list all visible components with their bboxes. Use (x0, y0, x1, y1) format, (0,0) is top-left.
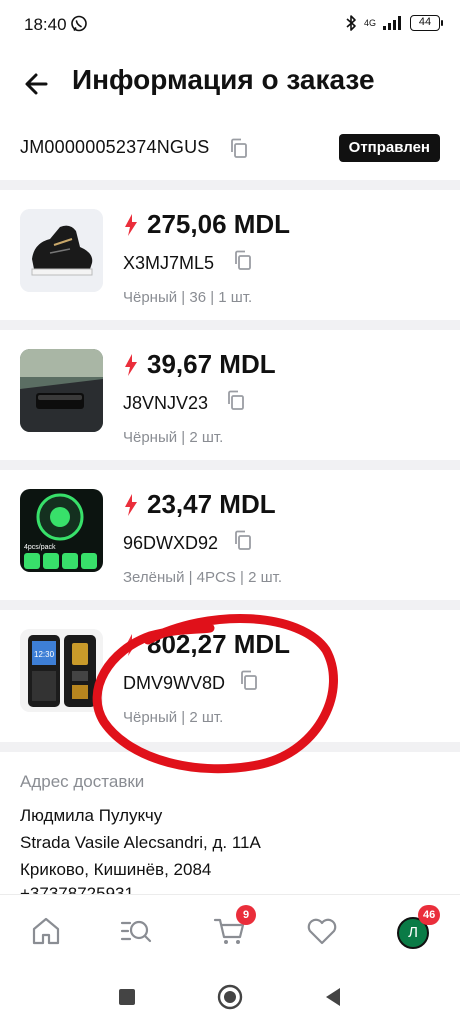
bottom-nav: 9 Л 46 (0, 894, 460, 970)
catalog-search-icon[interactable] (118, 913, 154, 949)
battery-level: 44 (418, 16, 432, 28)
lightning-icon (125, 213, 137, 236)
product-thumbnail (20, 209, 103, 292)
lightning-icon (125, 493, 137, 516)
item-sku: X3MJ7ML5 (123, 253, 215, 273)
status-time: 18:40 (24, 15, 67, 34)
price-line: 23,47 MDL (123, 489, 276, 520)
recipient-name: Людмила Пулукчу (20, 806, 163, 825)
divider (0, 600, 460, 610)
back-arrow-icon[interactable] (20, 66, 56, 102)
order-item[interactable]: 12:30 802,27 MDL DMV9WV8D Чёрный | 2 шт. (0, 615, 460, 745)
copy-icon[interactable] (225, 389, 247, 411)
product-thumbnail (20, 349, 103, 432)
price-line: 39,67 MDL (123, 349, 276, 380)
system-nav-bar (0, 970, 460, 1024)
home-icon[interactable] (28, 913, 64, 949)
product-thumbnail: 4pcs/pack (20, 489, 103, 572)
copy-icon[interactable] (232, 529, 254, 551)
copy-icon[interactable] (238, 669, 260, 691)
divider (0, 320, 460, 330)
order-item[interactable]: 4pcs/pack 23,47 MDL 96DWXD92 Зелёный | 4… (0, 475, 460, 605)
bluetooth-icon (346, 15, 356, 31)
item-variant: Чёрный | 2 шт. (123, 429, 224, 446)
avatar-letter: Л (408, 924, 418, 941)
status-icons: 4G 44 (344, 14, 443, 32)
lightning-icon (125, 633, 137, 656)
viber-icon (71, 15, 87, 32)
car-plate-image (20, 349, 103, 432)
item-sku: DMV9WV8D (123, 673, 226, 693)
price-line: 802,27 MDL (123, 629, 290, 660)
divider (0, 460, 460, 470)
heart-icon[interactable] (304, 913, 340, 949)
item-price: 39,67 MDL (147, 349, 276, 379)
status-bar: 18:40 4G 44 (0, 0, 460, 50)
recipient-phone: +37378725931 (20, 884, 134, 894)
item-price: 275,06 MDL (147, 209, 291, 239)
home-button-icon[interactable] (217, 984, 243, 1010)
back-triangle-icon[interactable] (320, 984, 346, 1010)
product-thumbnail: 12:30 (20, 629, 103, 712)
order-summary-row: JM00000052374NGUS Отправлен (0, 126, 460, 176)
copy-icon[interactable] (228, 137, 250, 159)
item-price: 23,47 MDL (147, 489, 276, 519)
item-variant: Чёрный | 36 | 1 шт. (123, 289, 253, 306)
delivery-address-section: Адрес доставки Людмила Пулукчу Strada Va… (0, 770, 460, 894)
header: Информация о заказе (0, 50, 460, 116)
address-city: Криково, Кишинёв, 2084 (20, 860, 212, 879)
order-item[interactable]: 39,67 MDL J8VNJV23 Чёрный | 2 шт. (0, 335, 460, 465)
item-sku: 96DWXD92 (123, 533, 219, 553)
divider (0, 742, 460, 752)
cart-badge: 9 (236, 905, 256, 925)
profile-badge: 46 (418, 905, 441, 925)
price-line: 275,06 MDL (123, 209, 290, 240)
address-street: Strada Vasile Alecsandri, д. 11A (20, 833, 261, 852)
item-variant: Зелёный | 4PCS | 2 шт. (123, 569, 283, 586)
item-price: 802,27 MDL (147, 629, 291, 659)
phone-screen-time: 12:30 (34, 650, 55, 659)
phones-image: 12:30 (20, 629, 103, 712)
lightning-icon (125, 353, 137, 376)
order-item[interactable]: 275,06 MDL X3MJ7ML5 Чёрный | 36 | 1 шт. (0, 195, 460, 325)
valve-caps-image: 4pcs/pack (20, 489, 103, 572)
copy-icon[interactable] (232, 249, 254, 271)
network-type: 4G (363, 17, 376, 28)
order-id: JM00000052374NGUS (20, 137, 210, 157)
address-title: Адрес доставки (20, 772, 145, 791)
page-title: Информация о заказе (72, 64, 375, 95)
item-sku: J8VNJV23 (123, 393, 209, 413)
signal-icon (383, 16, 401, 30)
shoe-image (20, 209, 103, 292)
recents-icon[interactable] (114, 984, 140, 1010)
thumbnail-caption: 4pcs/pack (24, 544, 56, 551)
battery-indicator: 44 (410, 15, 443, 31)
order-status-badge: Отправлен (338, 134, 440, 162)
item-variant: Чёрный | 2 шт. (123, 709, 224, 726)
divider (0, 180, 460, 190)
